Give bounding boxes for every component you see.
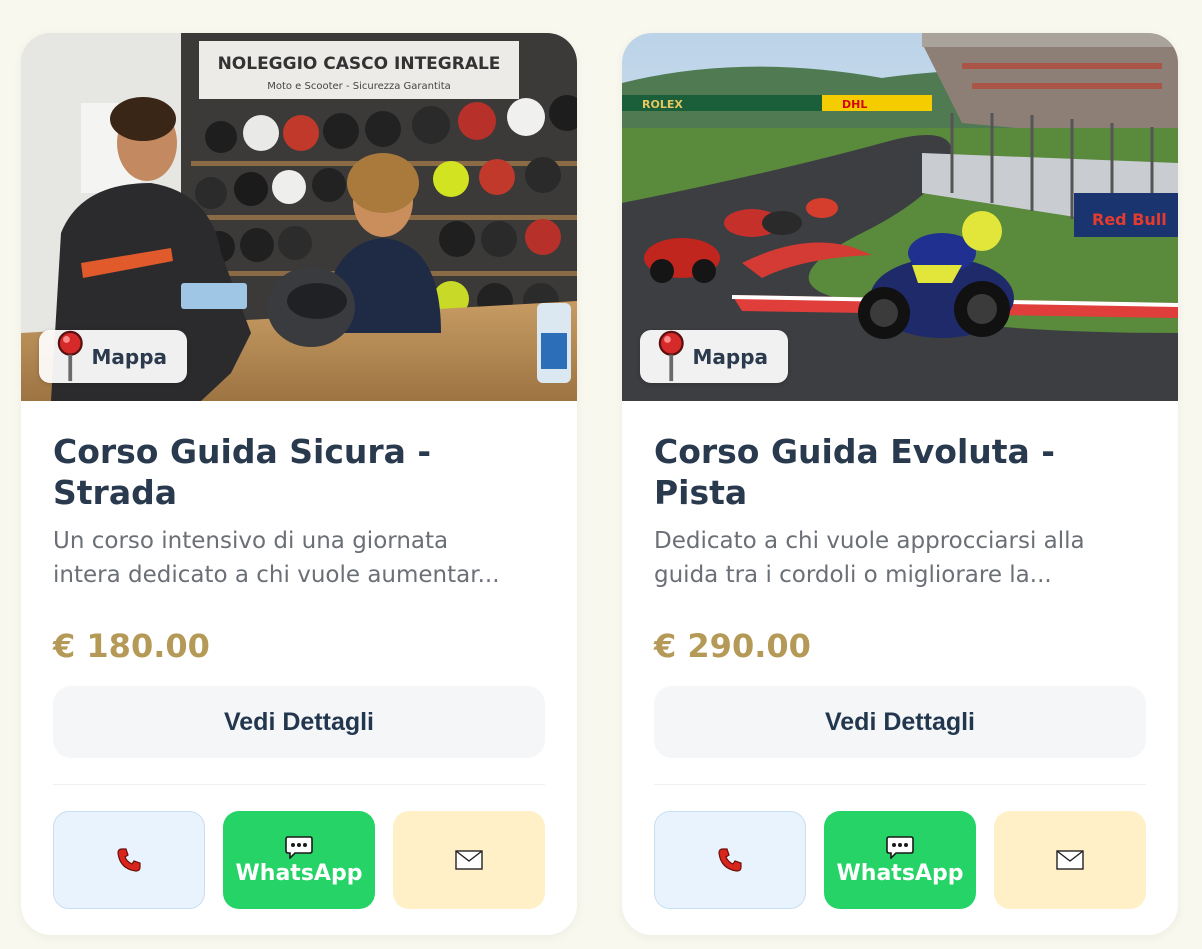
pin-icon xyxy=(57,330,83,382)
email-button[interactable] xyxy=(393,811,545,909)
chat-bubble-icon xyxy=(886,835,914,859)
call-button[interactable] xyxy=(53,811,205,909)
phone-icon xyxy=(117,848,141,872)
view-details-button[interactable]: Vedi Dettagli xyxy=(53,686,545,758)
whatsapp-button[interactable]: WhatsApp xyxy=(824,811,976,909)
course-photo[interactable]: NOLEGGIO CASCO INTEGRALE Moto e Scooter … xyxy=(21,33,577,401)
map-button[interactable]: Mappa xyxy=(39,330,188,383)
divider xyxy=(654,784,1146,785)
course-description-line: Un corso intensivo di una giornata xyxy=(53,528,449,554)
course-price: € 290.00 xyxy=(654,627,811,665)
contact-actions: WhatsApp xyxy=(654,811,1146,909)
course-photo[interactable]: ROLEX DHL Red Bull Mappa xyxy=(622,33,1178,401)
course-price: € 180.00 xyxy=(53,627,210,665)
map-button[interactable]: Mappa xyxy=(640,330,789,383)
course-title: Corso Guida Sicura - Strada xyxy=(53,432,432,512)
contact-actions: WhatsApp xyxy=(53,811,545,909)
whatsapp-button[interactable]: WhatsApp xyxy=(223,811,375,909)
course-description-line: Dedicato a chi vuole approcciarsi alla xyxy=(654,528,1085,554)
view-details-button[interactable]: Vedi Dettagli xyxy=(654,686,1146,758)
chat-bubble-icon xyxy=(285,835,313,859)
map-label: Mappa xyxy=(692,344,769,369)
email-button[interactable] xyxy=(994,811,1146,909)
phone-icon xyxy=(718,848,742,872)
shop-sign-subtext: Moto e Scooter - Sicurezza Garantita xyxy=(267,81,451,92)
whatsapp-label: WhatsApp xyxy=(235,860,363,886)
envelope-icon xyxy=(1056,850,1084,870)
pin-icon xyxy=(658,330,684,382)
course-description-line: intera dedicato a chi vuole aumentar... xyxy=(53,562,500,588)
banner-text: Red Bull xyxy=(1092,210,1167,229)
course-description: Un corso intensivo di una giornata inter… xyxy=(53,524,545,592)
shop-sign-text: NOLEGGIO CASCO INTEGRALE xyxy=(218,54,501,74)
banner-text: DHL xyxy=(842,98,867,111)
banner-text: ROLEX xyxy=(642,98,683,111)
call-button[interactable] xyxy=(654,811,806,909)
whatsapp-label: WhatsApp xyxy=(836,860,964,886)
course-card: NOLEGGIO CASCO INTEGRALE Moto e Scooter … xyxy=(21,33,577,935)
course-description: Dedicato a chi vuole approcciarsi alla g… xyxy=(654,524,1146,592)
course-description-line: guida tra i cordoli o migliorare la... xyxy=(654,562,1052,588)
course-title: Corso Guida Evoluta - Pista xyxy=(654,432,1055,512)
course-card: ROLEX DHL Red Bull Mappa Corso Guida Evo… xyxy=(622,33,1178,935)
divider xyxy=(53,784,545,785)
map-label: Mappa xyxy=(91,344,168,369)
envelope-icon xyxy=(455,850,483,870)
